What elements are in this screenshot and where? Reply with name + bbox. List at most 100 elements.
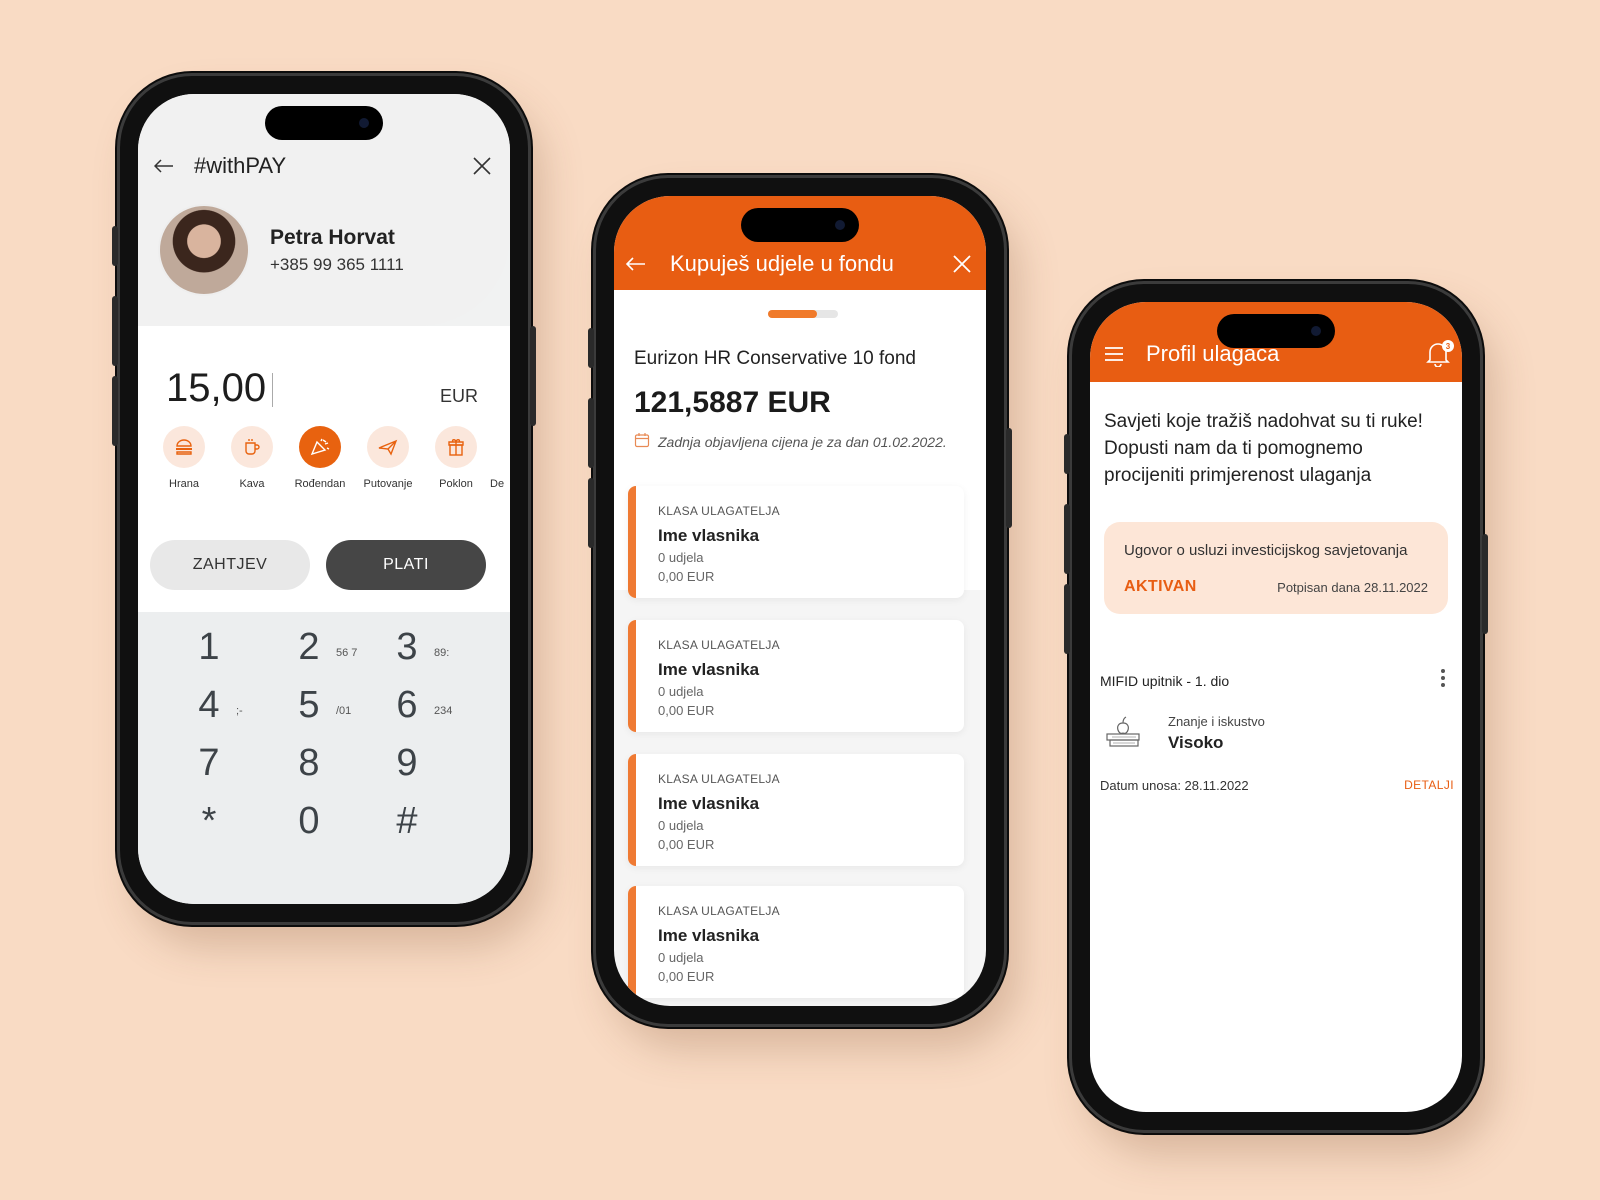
units: 0 udjela	[658, 684, 704, 699]
key-letters: 56 7	[336, 647, 358, 659]
category-label: Rođendan	[294, 478, 346, 490]
owner-name: Ime vlasnika	[658, 926, 760, 945]
category-putovanje[interactable]: Putovanje	[354, 426, 422, 490]
category-label: Kava	[239, 478, 265, 490]
key-digit: 6	[396, 683, 418, 726]
key-hash[interactable]: #	[392, 794, 502, 848]
screen: Profil ulagača 3 Savjeti koje tražiš nad…	[1090, 302, 1462, 1112]
progress-fill	[768, 310, 817, 318]
keypad: 1 2 56 7 3 89: 4 ;- 5/01 6 234 7 8 9 * 0 #	[138, 612, 510, 904]
category-label: De	[490, 478, 505, 490]
card-accent	[628, 620, 636, 732]
coffee-icon	[231, 426, 273, 468]
side-button	[1006, 428, 1012, 528]
key-3[interactable]: 3 89:	[392, 620, 502, 674]
fund-name: Eurizon HR Conservative 10 fond	[634, 348, 916, 369]
fund-price: 121,5887 EUR	[634, 386, 831, 419]
side-button	[112, 296, 118, 366]
party-icon	[299, 426, 341, 468]
more-vertical-icon[interactable]	[1440, 668, 1446, 693]
category-more[interactable]: De	[490, 426, 510, 490]
phone-withpay: #withPAY Petra Horvat +385 99 365 1111 1…	[112, 76, 536, 922]
arrow-left-icon[interactable]	[622, 250, 650, 278]
bell-icon[interactable]: 3	[1424, 340, 1454, 368]
key-digit: 2	[298, 625, 320, 668]
key-0[interactable]: 0	[294, 794, 404, 848]
category-kava[interactable]: Kava	[218, 426, 286, 490]
knowledge-label: Znanje i iskustvo	[1168, 714, 1265, 729]
pay-button[interactable]: PLATI	[326, 540, 486, 590]
side-button	[1064, 504, 1070, 574]
category-list: Hrana Kava Rođendan Putovanje Poklon De	[150, 426, 510, 490]
phone-fund-purchase: Kupuješ udjele u fondu Eurizon HR Conser…	[588, 178, 1012, 1024]
key-digit: #	[396, 799, 418, 842]
text-cursor	[272, 373, 274, 408]
contract-status: AKTIVAN	[1124, 578, 1197, 595]
units: 0 udjela	[658, 550, 704, 565]
owner-card[interactable]: KLASA ULAGATELJA Ime vlasnika 0 udjela 0…	[628, 754, 964, 866]
amount-input[interactable]: 15,00	[166, 366, 274, 411]
key-5[interactable]: 5/01	[294, 678, 404, 732]
owner-name: Ime vlasnika	[658, 660, 760, 679]
mifid-title: MIFID upitnik - 1. dio	[1100, 672, 1230, 689]
side-button	[1064, 434, 1070, 474]
key-digit: 1	[198, 625, 220, 668]
page-title: #withPAY	[194, 153, 287, 178]
top-bar: Kupuješ udjele u fondu	[622, 250, 976, 278]
request-button[interactable]: ZAHTJEV	[150, 540, 310, 590]
owner-card[interactable]: KLASA ULAGATELJA Ime vlasnika 0 udjela 0…	[628, 886, 964, 998]
category-label: Putovanje	[363, 478, 413, 490]
screen: #withPAY Petra Horvat +385 99 365 1111 1…	[138, 94, 510, 904]
key-9[interactable]: 9	[392, 736, 502, 790]
key-digit: 7	[198, 741, 220, 784]
category-poklon[interactable]: Poklon	[422, 426, 490, 490]
investor-class-label: KLASA ULAGATELJA	[658, 772, 780, 786]
top-bar: #withPAY	[150, 146, 496, 186]
key-digit: 3	[396, 625, 418, 668]
key-7[interactable]: 7	[194, 736, 304, 790]
key-2[interactable]: 2 56 7	[294, 620, 404, 674]
avatar	[158, 204, 250, 296]
key-letters: /01	[336, 705, 352, 717]
owner-card[interactable]: KLASA ULAGATELJA Ime vlasnika 0 udjela 0…	[628, 486, 964, 598]
knowledge-item: Znanje i iskustvo Visoko	[1104, 714, 1265, 753]
category-hrana[interactable]: Hrana	[150, 426, 218, 490]
gift-icon	[435, 426, 477, 468]
key-digit: 5	[298, 683, 320, 726]
key-8[interactable]: 8	[294, 736, 404, 790]
notification-badge: 3	[1442, 340, 1454, 352]
key-4[interactable]: 4 ;-	[194, 678, 304, 732]
units: 0 udjela	[658, 950, 704, 965]
amount-value: 15,00	[166, 366, 267, 410]
price-date-note: Zadnja objavljena cijena je za dan 01.02…	[634, 432, 947, 451]
food-icon	[163, 426, 205, 468]
side-button	[588, 328, 594, 368]
side-button	[588, 398, 594, 468]
units: 0 udjela	[658, 818, 704, 833]
close-icon[interactable]	[468, 152, 496, 180]
close-icon[interactable]	[948, 250, 976, 278]
dynamic-island	[741, 208, 859, 242]
category-rodendan[interactable]: Rođendan	[286, 426, 354, 490]
contact: Petra Horvat +385 99 365 1111	[158, 204, 404, 296]
key-digit: *	[201, 799, 217, 842]
side-button	[1064, 584, 1070, 654]
currency-label: EUR	[439, 386, 478, 406]
page-title: Kupuješ udjele u fondu	[670, 251, 894, 276]
owner-name: Ime vlasnika	[658, 794, 760, 813]
owner-card[interactable]: KLASA ULAGATELJA Ime vlasnika 0 udjela 0…	[628, 620, 964, 732]
knowledge-value: Visoko	[1168, 733, 1224, 752]
menu-icon[interactable]	[1100, 340, 1128, 368]
books-apple-icon	[1104, 714, 1142, 753]
contract-title: Ugovor o usluzi investicijskog savjetova…	[1124, 542, 1408, 559]
arrow-left-icon[interactable]	[150, 152, 178, 180]
key-6[interactable]: 6 234	[392, 678, 502, 732]
value: 0,00 EUR	[658, 837, 715, 852]
category-label: Hrana	[169, 478, 199, 490]
value: 0,00 EUR	[658, 703, 715, 718]
contract-card[interactable]: Ugovor o usluzi investicijskog savjetova…	[1104, 522, 1448, 614]
key-digit: 0	[298, 799, 320, 842]
details-link[interactable]: DETALJI	[1404, 778, 1454, 792]
key-1[interactable]: 1	[194, 620, 304, 674]
key-star[interactable]: *	[194, 794, 304, 848]
